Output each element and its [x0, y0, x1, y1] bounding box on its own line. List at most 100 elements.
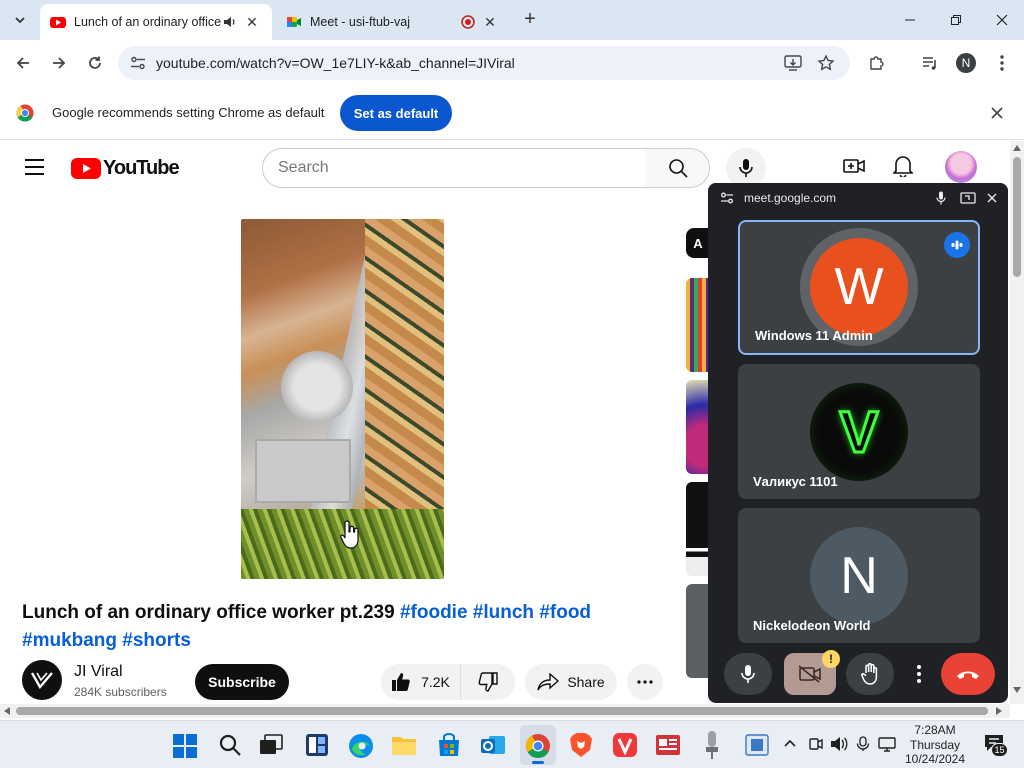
back-to-tab-icon[interactable]: [960, 192, 976, 204]
search-icon[interactable]: [218, 733, 242, 757]
tab-close-button[interactable]: ✕: [244, 14, 260, 30]
address-bar[interactable]: youtube.com/watch?v=OW_1e7LIY-k&ab_chann…: [118, 46, 850, 80]
site-info-icon[interactable]: [720, 192, 734, 204]
outlook-icon[interactable]: [480, 733, 506, 757]
scroll-left-arrow-icon[interactable]: [4, 707, 10, 715]
edge-icon[interactable]: [348, 733, 374, 759]
vivaldi-icon[interactable]: [613, 733, 637, 757]
chrome-taskbar-button[interactable]: [520, 725, 556, 765]
scrollbar-thumb[interactable]: [1013, 157, 1021, 277]
new-tab-button[interactable]: +: [520, 9, 540, 30]
more-options-button[interactable]: [904, 653, 934, 695]
video-hashtags[interactable]: #mukbang #shorts: [22, 630, 191, 651]
recommended-thumbnail[interactable]: [686, 380, 710, 474]
participant-tile[interactable]: V Vаликус 1101: [738, 364, 980, 499]
recommended-thumbnail[interactable]: [686, 482, 710, 576]
brave-icon[interactable]: [569, 732, 593, 758]
video-player[interactable]: [241, 219, 444, 579]
tab-youtube[interactable]: Lunch of an ordinary office ✕: [40, 4, 272, 40]
restore-button[interactable]: [934, 6, 978, 34]
create-button[interactable]: [843, 156, 865, 181]
search-icon: [668, 159, 688, 178]
channel-avatar[interactable]: [22, 660, 62, 700]
channel-name[interactable]: JI Viral: [74, 663, 123, 681]
participant-tile[interactable]: W Windows 11 Admin: [738, 220, 980, 355]
screen-capture-icon[interactable]: [745, 734, 769, 756]
like-button[interactable]: 7.2K: [381, 664, 461, 700]
warning-text: !: [829, 652, 833, 666]
recommended-thumbnail[interactable]: [686, 584, 710, 678]
notification-center-button[interactable]: 15: [984, 734, 1008, 757]
clock-time: 7:28AM: [914, 723, 956, 737]
meet-pip-titlebar: meet.google.com: [708, 183, 1008, 213]
chrome-menu-button[interactable]: [987, 48, 1017, 78]
vertical-scrollbar[interactable]: [1010, 141, 1024, 704]
share-button[interactable]: Share: [525, 664, 617, 700]
recommended-thumbnail[interactable]: [686, 278, 710, 372]
task-view-icon[interactable]: [259, 734, 283, 756]
microphone-icon[interactable]: [936, 191, 946, 205]
set-as-default-button[interactable]: Set as default: [340, 95, 452, 131]
tab-search-button[interactable]: [8, 8, 32, 32]
participant-avatar: N: [810, 527, 908, 625]
raise-hand-button[interactable]: [846, 653, 894, 695]
install-app-icon[interactable]: [784, 55, 802, 71]
participant-tile[interactable]: N Nickelodeon World: [738, 508, 980, 643]
meet-tray-icon[interactable]: [808, 736, 824, 752]
search-input[interactable]: Search: [262, 148, 647, 188]
minimize-button[interactable]: [888, 6, 932, 34]
profile-avatar[interactable]: N: [956, 53, 976, 73]
close-window-button[interactable]: [980, 6, 1024, 34]
filter-chip-all[interactable]: A: [686, 228, 710, 258]
subscribe-button[interactable]: Subscribe: [195, 664, 289, 700]
toggle-microphone-button[interactable]: [724, 653, 772, 695]
dislike-button[interactable]: [461, 664, 515, 700]
puzzle-icon: [870, 56, 884, 70]
infobar-close-button[interactable]: [988, 104, 1006, 122]
tab-title: Meet - usi-ftub-vaj: [310, 15, 411, 29]
bookmark-star-icon[interactable]: [817, 54, 835, 72]
search-button[interactable]: [646, 148, 710, 188]
widgets-icon[interactable]: [305, 733, 329, 757]
volume-icon[interactable]: [830, 736, 848, 752]
leave-call-button[interactable]: [941, 653, 995, 695]
news-app-icon[interactable]: [655, 734, 681, 756]
scroll-right-arrow-icon[interactable]: [996, 707, 1002, 715]
microphone-app-icon[interactable]: [702, 730, 722, 760]
microsoft-store-icon[interactable]: [436, 733, 462, 757]
hamburger-icon: [25, 159, 44, 175]
tab-close-button[interactable]: ✕: [482, 14, 498, 30]
network-icon[interactable]: [878, 736, 896, 752]
file-explorer-icon[interactable]: [391, 734, 417, 756]
horizontal-scrollbar[interactable]: [0, 704, 1010, 718]
windows-start-icon[interactable]: [173, 734, 197, 758]
reload-button[interactable]: [80, 48, 110, 78]
site-info-icon[interactable]: [130, 56, 146, 70]
scroll-down-arrow-icon[interactable]: [1013, 687, 1021, 693]
clock-date: 10/24/2024: [904, 752, 966, 766]
youtube-logo[interactable]: YouTube: [71, 155, 180, 181]
media-controls-button[interactable]: [915, 48, 945, 78]
scrollbar-thumb[interactable]: [16, 707, 988, 715]
back-button[interactable]: [8, 48, 38, 78]
microphone-icon[interactable]: [855, 736, 871, 752]
video-hashtags[interactable]: #foodie #lunch #food: [400, 602, 591, 623]
forward-button[interactable]: [44, 48, 74, 78]
system-clock[interactable]: 7:28AM Thursday 10/24/2024: [900, 723, 970, 767]
arrow-left-icon: [16, 57, 29, 69]
guide-menu-button[interactable]: [24, 158, 46, 176]
browser-toolbar: youtube.com/watch?v=OW_1e7LIY-k&ab_chann…: [0, 40, 1024, 86]
chevron-up-icon[interactable]: [784, 739, 796, 747]
voice-search-button[interactable]: [726, 148, 766, 188]
reload-icon: [89, 56, 101, 69]
extensions-button[interactable]: [862, 48, 892, 78]
account-avatar[interactable]: [945, 151, 977, 183]
scroll-up-arrow-icon[interactable]: [1013, 145, 1021, 151]
close-icon[interactable]: [987, 193, 997, 203]
notifications-button[interactable]: [892, 155, 914, 182]
more-actions-button[interactable]: [627, 664, 663, 700]
youtube-play-icon: [71, 157, 101, 179]
audio-playing-icon[interactable]: [222, 14, 238, 30]
tab-meet[interactable]: Meet - usi-ftub-vaj ✕: [276, 4, 512, 40]
notification-count: 15: [994, 745, 1005, 755]
